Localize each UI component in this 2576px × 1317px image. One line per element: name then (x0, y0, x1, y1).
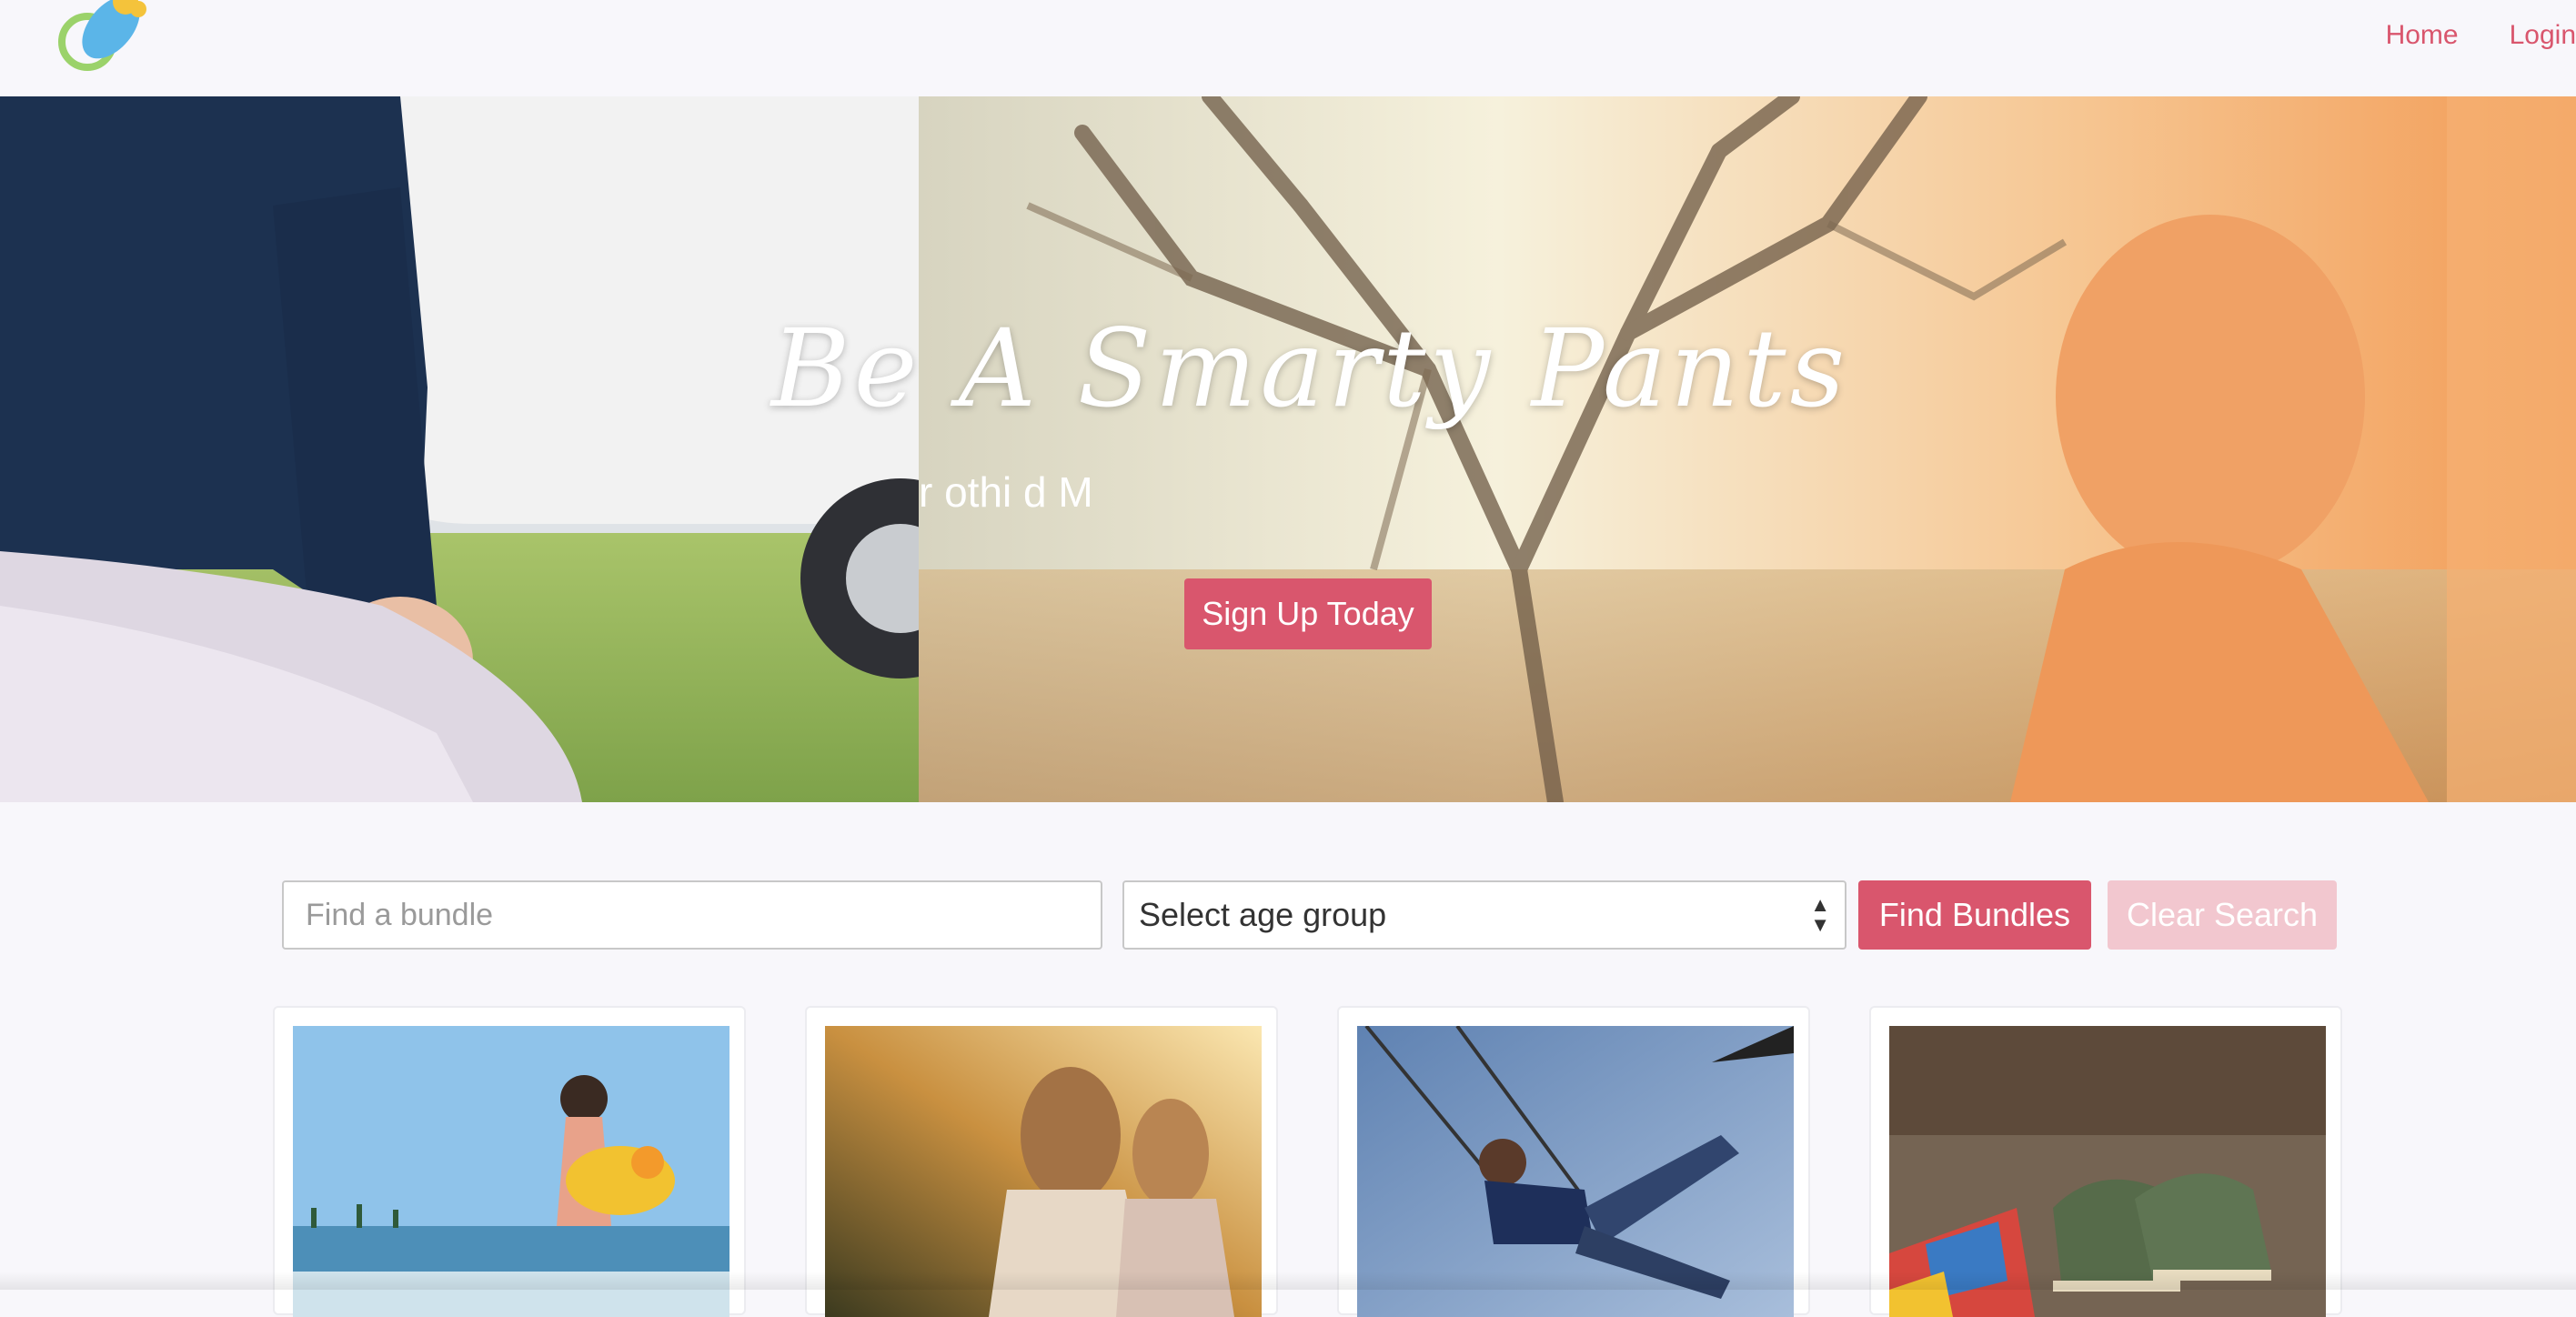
bundle-card[interactable] (1869, 1006, 2342, 1317)
bottom-shadow (0, 1272, 2576, 1290)
top-nav: Home Login (2386, 20, 2576, 51)
hero-subtitle: r othi d M (919, 468, 1093, 516)
age-group-select-value: Select age group (1139, 896, 1387, 933)
age-group-select[interactable]: Select age group ▲ ▼ (1122, 880, 1846, 950)
header: Home Login (0, 0, 2576, 96)
bundle-card[interactable] (1337, 1006, 1810, 1317)
hero-banner: Be A Smarty Pants r othi d M Sign Up Tod… (0, 96, 2576, 802)
bundle-card[interactable] (805, 1006, 1278, 1317)
hero-left-photo (0, 96, 919, 802)
nav-home-link[interactable]: Home (2386, 20, 2459, 51)
clear-search-button[interactable]: Clear Search (2108, 880, 2337, 950)
hero-title: Be A Smarty Pants (770, 306, 1849, 431)
sign-up-button[interactable]: Sign Up Today (1184, 578, 1432, 649)
nav-login-link[interactable]: Login (2510, 20, 2576, 51)
find-bundles-button[interactable]: Find Bundles (1858, 880, 2091, 950)
pacifier-logo-icon[interactable] (47, 0, 156, 82)
hero-right-photo (919, 96, 2576, 802)
bundle-search-input[interactable] (282, 880, 1102, 950)
select-arrows-icon: ▲ ▼ (1810, 893, 1830, 936)
bundle-card[interactable] (273, 1006, 746, 1317)
